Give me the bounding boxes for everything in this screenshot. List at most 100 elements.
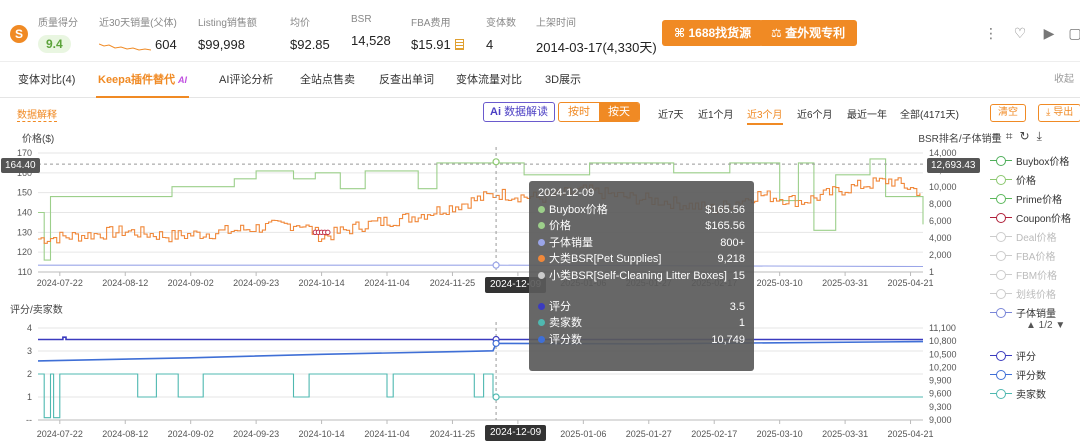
legend-pager[interactable]: ▲ 1/2 ▼	[1026, 320, 1065, 331]
x-tick-label: 2024-09-23	[233, 429, 279, 439]
x-tick-label: 2025-02-17	[691, 429, 737, 439]
legend-marker-icon	[990, 193, 1012, 204]
tooltip-row-label: 评分数	[538, 332, 582, 348]
x-tick-label: 2024-09-02	[168, 278, 214, 288]
y2-tick-label: 10,200	[929, 362, 957, 372]
right-axis-readout: 12,693.43	[927, 158, 980, 173]
x-tick-label: 2025-03-31	[822, 429, 868, 439]
label-text: 价格	[549, 220, 571, 233]
series-dot-icon	[538, 319, 545, 327]
y-tick-label: --	[26, 415, 32, 425]
legend-item[interactable]: Deal价格	[990, 227, 1071, 246]
legend-price: Buybox价格 价格 Prime价格 Coupon价格 Deal价格 FBA价格 FBM价…	[990, 151, 1071, 322]
y-tick-label: 140	[17, 208, 32, 218]
y2-tick-label: 11,100	[929, 323, 956, 333]
y2-tick-label: 9,600	[929, 389, 952, 399]
tooltip-row: 评分数 10,749	[538, 332, 745, 348]
legend-marker-icon	[990, 212, 1012, 223]
legend-label: Buybox价格	[1016, 157, 1070, 168]
legend-label: Prime价格	[1016, 195, 1063, 206]
legend-label: FBA价格	[1016, 252, 1056, 263]
y-tick-label: 120	[17, 247, 32, 257]
label-text: 评分	[549, 300, 571, 313]
x-tick-label: 2024-08-12	[102, 278, 148, 288]
tooltip-row-value: $165.56	[705, 204, 745, 216]
series-dot-icon	[538, 335, 545, 343]
x-tick-label: 2024-11-25	[430, 278, 475, 288]
legend-label: 划线价格	[1016, 290, 1056, 301]
x-tick-label: 2024-11-25	[430, 429, 475, 439]
tooltip-rows-rating: 评分 3.5 卖家数 1 评分数 10,749	[538, 299, 745, 348]
tooltip-row-label: 评分	[538, 299, 571, 315]
tooltip-row-value: 3.5	[729, 300, 745, 313]
series-dot-icon	[538, 222, 545, 230]
series-line-子体销量	[38, 264, 924, 268]
crosshair-point	[492, 261, 500, 269]
y2-axis-title: BSR排名/子体销量	[918, 132, 1001, 145]
x-tick-label: 2025-01-27	[626, 429, 672, 439]
x-tick-label: 2024-11-04	[364, 278, 409, 288]
legend-label: 子体销量	[1016, 309, 1056, 320]
series-line-大类BSR[Pet Supplies]	[38, 177, 921, 244]
legend-item[interactable]: Prime价格	[990, 189, 1071, 208]
legend-marker-icon	[990, 231, 1012, 242]
tooltip-date: 2024-12-09	[538, 187, 595, 199]
tooltip-row-label: 价格	[538, 218, 571, 234]
series-dot-icon	[538, 238, 545, 246]
y2-tick-label: 9,900	[929, 376, 952, 386]
crosshair-date-bottom: 2024-12-09	[485, 425, 547, 441]
legend-label: FBM价格	[1016, 271, 1058, 282]
legend-marker-icon	[990, 155, 1012, 166]
legend-item[interactable]: 卖家数	[990, 384, 1046, 403]
coupon-marker	[325, 229, 331, 236]
legend-marker-icon	[990, 269, 1012, 280]
legend-rating: 评分 评分数 卖家数	[990, 346, 1046, 403]
y-tick-label: 170	[17, 148, 32, 158]
legend-label: 价格	[1016, 176, 1036, 187]
legend-marker-icon	[990, 388, 1012, 399]
legend-label: 评分数	[1016, 371, 1046, 382]
x-tick-label: 2024-10-14	[299, 278, 345, 288]
legend-label: Deal价格	[1016, 233, 1057, 244]
tooltip-row: 大类BSR[Pet Supplies] 9,218	[538, 251, 745, 267]
y-tick-label: 150	[17, 188, 32, 198]
y-tick-label: 110	[18, 267, 32, 277]
legend-item[interactable]: 划线价格	[990, 284, 1071, 303]
legend-label: Coupon价格	[1016, 214, 1072, 225]
tooltip-row-value: 800+	[720, 236, 745, 249]
y2-tick-label: 9,300	[929, 402, 952, 412]
tooltip-row-value: 9,218	[717, 253, 745, 266]
y-axis-title: 价格($)	[22, 132, 54, 145]
legend-item[interactable]: 评分	[990, 346, 1046, 365]
y2-tick-label: 14,000	[929, 148, 957, 158]
x-tick-label: 2025-04-21	[888, 429, 934, 439]
tooltip-row-label: 子体销量	[538, 235, 593, 251]
legend-item[interactable]: 评分数	[990, 365, 1046, 384]
y2-tick-label: 8,000	[929, 199, 952, 209]
y2-tick-label: 10,800	[929, 336, 957, 346]
tooltip-row-label: 卖家数	[538, 315, 582, 331]
series-dot-icon	[538, 271, 545, 279]
legend-marker-icon	[990, 174, 1012, 185]
legend-item[interactable]: Coupon价格	[990, 208, 1071, 227]
legend-label: 评分	[1016, 352, 1036, 363]
y2-tick-label: 10,500	[929, 349, 957, 359]
series-dot-icon	[538, 302, 545, 310]
y2-tick-label: 10,000	[929, 182, 957, 192]
legend-item[interactable]: Buybox价格	[990, 151, 1071, 170]
y-axis-title: 评分/卖家数	[10, 303, 63, 316]
legend-item[interactable]: 价格	[990, 170, 1071, 189]
x-tick-label: 2024-09-23	[233, 278, 279, 288]
x-tick-label: 2024-09-02	[168, 429, 214, 439]
legend-item[interactable]: FBM价格	[990, 265, 1071, 284]
x-tick-label: 2025-03-31	[822, 278, 868, 288]
tooltip-row-value: $165.56	[705, 220, 745, 233]
legend-label: 卖家数	[1016, 390, 1046, 401]
crosshair-point	[492, 339, 500, 347]
tooltip-row: Buybox价格 $165.56	[538, 202, 745, 218]
legend-item[interactable]: FBA价格	[990, 246, 1071, 265]
y2-tick-label: 6,000	[929, 216, 952, 226]
legend-marker-icon	[990, 307, 1012, 318]
series-dot-icon	[538, 255, 545, 263]
series-line-卖家数	[38, 373, 923, 419]
